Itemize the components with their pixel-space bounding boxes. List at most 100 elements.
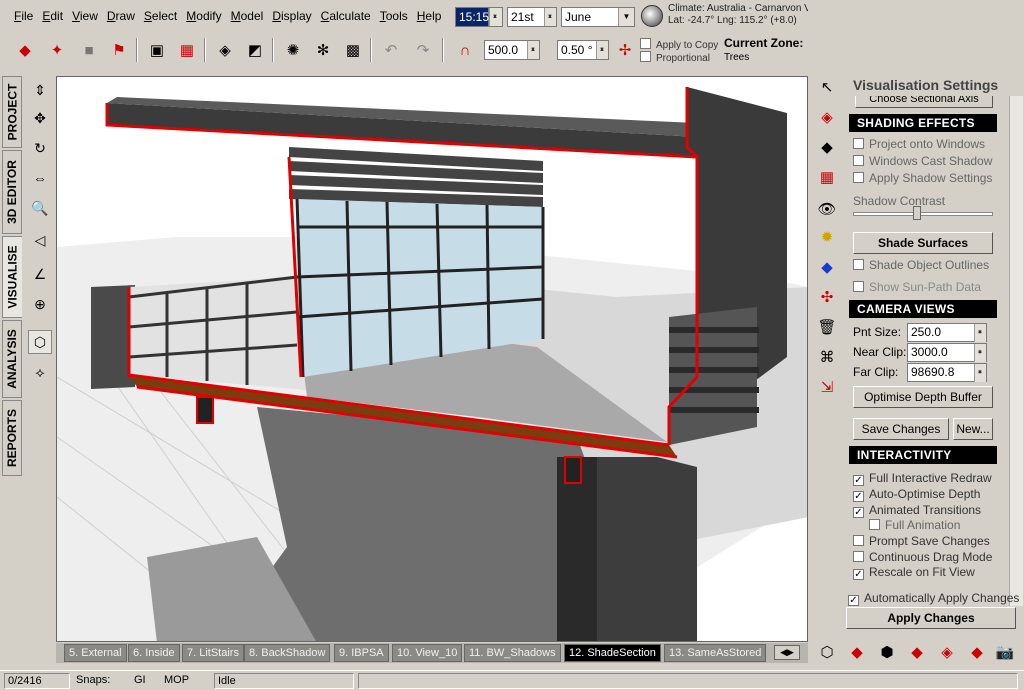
flag-icon[interactable]: ⚑: [106, 37, 132, 63]
view-tab[interactable]: 7. LitStairs: [182, 644, 244, 662]
render-shaded-icon[interactable]: ◆: [844, 639, 870, 665]
menu-model[interactable]: Model: [231, 9, 264, 23]
undo-icon[interactable]: ↶: [378, 37, 404, 63]
view-tab[interactable]: 9. IBPSA: [334, 644, 389, 662]
perspective-icon[interactable]: ◁: [28, 228, 52, 252]
layers-icon[interactable]: ◈: [212, 37, 238, 63]
menu-select[interactable]: Select: [144, 9, 177, 23]
globe-icon[interactable]: [641, 5, 663, 27]
menu-calculate[interactable]: Calculate: [321, 9, 371, 23]
animated-transitions-checkbox[interactable]: ✓ Animated Transitions: [853, 502, 981, 518]
block-red-icon[interactable]: ▦: [814, 164, 840, 190]
view-tab[interactable]: 5. External: [64, 644, 127, 662]
new-model-icon[interactable]: ◆: [12, 37, 38, 63]
menu-help[interactable]: Help: [417, 9, 442, 23]
near-clip-field[interactable]: 3000.0: [907, 343, 987, 362]
apply-changes-button[interactable]: Apply Changes: [846, 607, 1016, 629]
trash-icon[interactable]: 🗑: [814, 314, 840, 340]
apply-shadow-settings-checkbox[interactable]: Apply Shadow Settings: [853, 170, 992, 186]
view-tab[interactable]: 11. BW_Shadows: [464, 644, 561, 662]
target-icon[interactable]: ⊕: [28, 292, 52, 316]
open-model-icon[interactable]: ✦: [44, 37, 70, 63]
view-tab[interactable]: 6. Inside: [128, 644, 180, 662]
tab-analysis[interactable]: ANALYSIS: [2, 320, 22, 398]
redo-icon[interactable]: ↷: [410, 37, 436, 63]
month-select[interactable]: June ▼: [561, 7, 635, 27]
view-tab[interactable]: 10. View_10: [392, 644, 463, 662]
optimise-depth-button[interactable]: Optimise Depth Buffer: [853, 386, 993, 408]
pointer-icon[interactable]: ↖: [814, 74, 840, 100]
angle-field[interactable]: 0.50 °: [557, 40, 609, 60]
network-icon[interactable]: ⌘: [814, 344, 840, 370]
angle-tool-icon[interactable]: ∠: [28, 262, 52, 286]
grid-red-icon[interactable]: ▦: [174, 37, 200, 63]
render-hidden-icon[interactable]: ⬢: [874, 639, 900, 665]
full-animation-checkbox[interactable]: Full Animation: [869, 517, 960, 533]
time-spinner[interactable]: [489, 7, 503, 27]
shadow-contrast-slider[interactable]: [853, 212, 993, 216]
view-tab[interactable]: 13. SameAsStored: [664, 644, 767, 662]
mesh-icon[interactable]: ▩: [340, 37, 366, 63]
proportional-checkbox[interactable]: Proportional: [640, 51, 710, 64]
distance-field[interactable]: 500.0: [484, 40, 540, 60]
tab-scroll-arrows-icon[interactable]: ◀▶: [774, 645, 800, 660]
view-tab[interactable]: 8. BackShadow: [244, 644, 331, 662]
time-field[interactable]: 15:15: [455, 7, 489, 27]
sun-icon[interactable]: ✹: [814, 224, 840, 250]
fit-view-icon[interactable]: ⟡: [28, 360, 52, 384]
far-clip-field[interactable]: 98690.8: [907, 363, 987, 382]
monitor-icon[interactable]: ▣: [144, 37, 170, 63]
save-changes-button[interactable]: Save Changes: [853, 418, 949, 440]
3d-viewport[interactable]: [56, 76, 808, 642]
menu-tools[interactable]: Tools: [380, 9, 408, 23]
shade-surfaces-button[interactable]: Shade Surfaces: [853, 232, 993, 254]
pan-icon[interactable]: ✥: [28, 106, 52, 130]
snap-gi[interactable]: GI: [134, 674, 146, 686]
dolly-icon[interactable]: ⇔: [28, 166, 52, 190]
view-tab-active[interactable]: 12. ShadeSection: [564, 644, 661, 662]
camera-icon[interactable]: 📷: [992, 639, 1018, 665]
menu-draw[interactable]: Draw: [107, 9, 135, 23]
full-redraw-checkbox[interactable]: ✓ Full Interactive Redraw: [853, 470, 992, 486]
save-model-icon[interactable]: ■: [76, 37, 102, 63]
pnt-size-field[interactable]: 250.0: [907, 323, 987, 342]
wireframe-icon[interactable]: ⬡: [814, 639, 840, 665]
magnet-icon[interactable]: ∩: [452, 37, 478, 63]
blue-grid-icon[interactable]: ◆: [814, 254, 840, 280]
scatter-icon[interactable]: ✣: [814, 284, 840, 310]
menu-file[interactable]: File: [14, 9, 33, 23]
zoom-icon[interactable]: 🔍: [28, 196, 52, 220]
menu-modify[interactable]: Modify: [186, 9, 221, 23]
diamond-icon[interactable]: ◆: [814, 134, 840, 160]
export-icon[interactable]: ⇲: [814, 374, 840, 400]
windows-cast-shadow-checkbox[interactable]: Windows Cast Shadow: [853, 153, 992, 169]
render-red-icon[interactable]: ◆: [904, 639, 930, 665]
tab-reports[interactable]: REPORTS: [2, 400, 22, 476]
tab-project[interactable]: PROJECT: [2, 76, 22, 148]
sectional-axis-button[interactable]: Choose Sectional Axis: [855, 96, 993, 108]
menu-edit[interactable]: Edit: [42, 9, 63, 23]
shadow-contrast-handle[interactable]: [913, 206, 921, 220]
panel-scrollbar[interactable]: [1009, 96, 1023, 606]
continuous-drag-checkbox[interactable]: Continuous Drag Mode: [853, 549, 992, 565]
show-sunpath-checkbox[interactable]: Show Sun-Path Data: [853, 279, 981, 295]
prompt-save-checkbox[interactable]: Prompt Save Changes: [853, 533, 990, 549]
project-onto-windows-checkbox[interactable]: Project onto Windows: [853, 136, 985, 152]
rescale-checkbox[interactable]: ✓ Rescale on Fit View: [853, 564, 975, 580]
render-texture-icon[interactable]: ◈: [934, 639, 960, 665]
day-field[interactable]: 21st: [507, 7, 557, 27]
walk-icon[interactable]: ⇕: [28, 78, 52, 102]
menu-view[interactable]: View: [72, 9, 98, 23]
axis-icon[interactable]: ✢: [612, 37, 638, 63]
shade-object-outlines-checkbox[interactable]: Shade Object Outlines: [853, 257, 989, 273]
cube-icon[interactable]: ⬡: [28, 330, 52, 354]
cluster-icon[interactable]: ✻: [310, 37, 336, 63]
auto-optimise-checkbox[interactable]: ✓ Auto-Optimise Depth: [853, 486, 980, 502]
tab-3d-editor[interactable]: 3D EDITOR: [2, 150, 22, 234]
section-tool-icon[interactable]: ◩: [242, 37, 268, 63]
snap-mop[interactable]: MOP: [164, 674, 189, 686]
render-solid-icon[interactable]: ◆: [964, 639, 990, 665]
nodes-icon[interactable]: ✺: [280, 37, 306, 63]
new-view-button[interactable]: New...: [953, 418, 993, 440]
orbit-icon[interactable]: ↻: [28, 136, 52, 160]
